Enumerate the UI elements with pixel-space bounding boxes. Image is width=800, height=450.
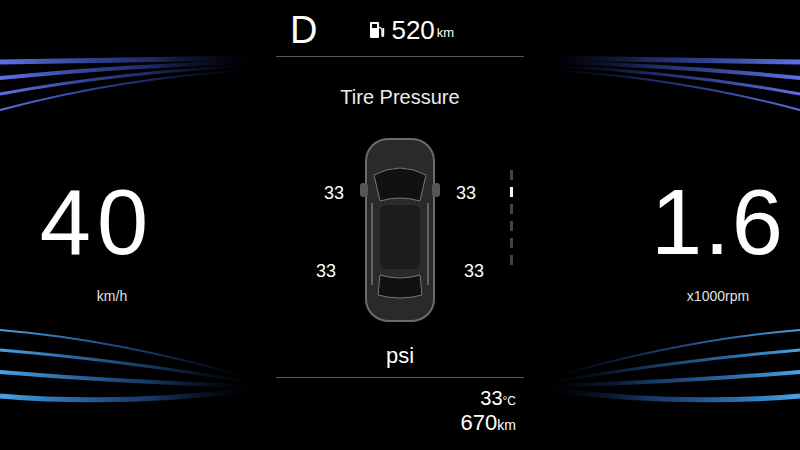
instrument-cluster: 40 km/h D 520km Tire Pressure 33 33 33 33 psi 33°C… — [0, 0, 800, 450]
pressure-unit: psi — [386, 343, 414, 369]
fuel-range-unit: km — [437, 23, 454, 43]
outside-temperature: 33°C — [480, 386, 516, 410]
divider — [276, 56, 524, 57]
rpm-value: 1.6 — [651, 176, 785, 268]
tire-pressure-value: 33 — [464, 260, 484, 282]
tire-pressure-value: 33 — [316, 260, 336, 282]
top-row: D 520km — [276, 8, 524, 52]
speed-value: 40 — [40, 176, 154, 268]
odometer: 670km — [461, 410, 516, 436]
scale-marks-icon — [510, 170, 514, 270]
tire-pressure-value: 33 — [456, 182, 476, 204]
fuel-range-value: 520 — [391, 17, 434, 43]
divider — [276, 377, 524, 378]
rpm-gauge: 1.6 x1000rpm — [530, 0, 800, 450]
fuel-pump-icon — [369, 21, 385, 39]
gear-indicator: D — [290, 11, 317, 49]
car-top-view-icon — [358, 135, 442, 325]
panel-title: Tire Pressure — [340, 85, 459, 109]
tire-pressure-area: 33 33 33 33 — [300, 135, 500, 325]
speed-unit: km/h — [97, 286, 127, 307]
fuel-range: 520km — [369, 17, 454, 43]
center-panel: D 520km Tire Pressure 33 33 33 33 psi 33°C670km — [270, 0, 530, 450]
trip-info: 33°C670km — [461, 386, 516, 436]
tire-pressure-value: 33 — [324, 182, 344, 204]
speed-gauge: 40 km/h — [0, 0, 270, 450]
rpm-unit: x1000rpm — [687, 286, 749, 307]
